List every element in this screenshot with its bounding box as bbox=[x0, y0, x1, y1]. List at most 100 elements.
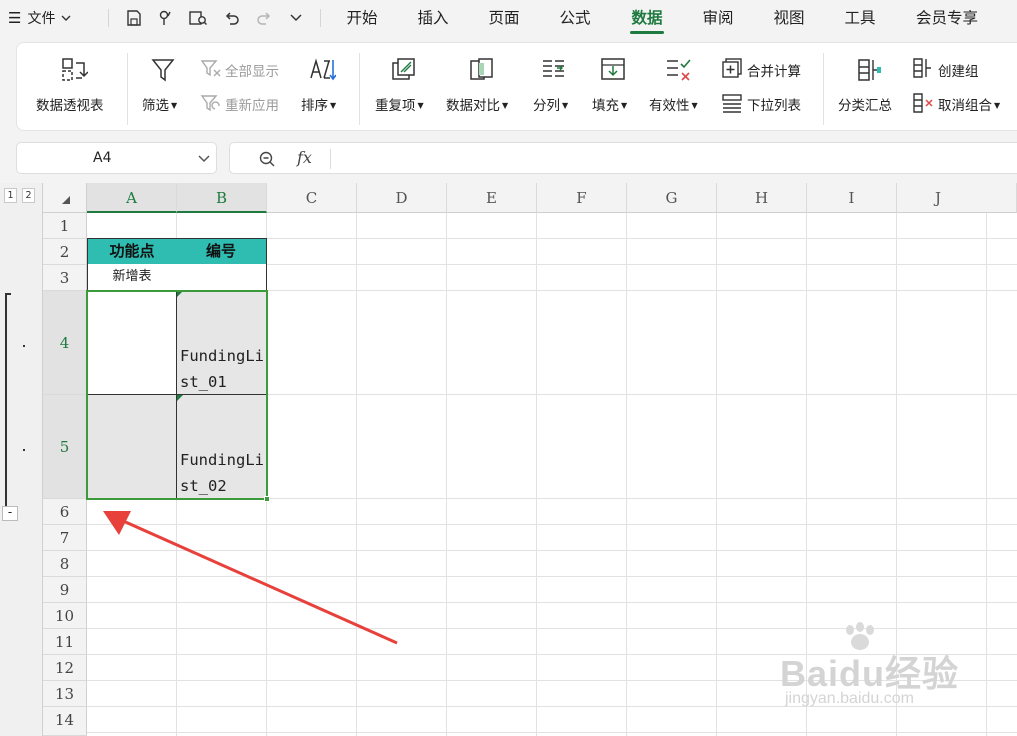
tab-tools[interactable]: 工具 bbox=[838, 0, 882, 36]
menu-bar: ☰ 文件 开始 插入 页面 公式 数据 审阅 视图 工具 会员专享 bbox=[0, 0, 1017, 36]
column-header-F[interactable]: F bbox=[537, 183, 627, 213]
row-header-14[interactable]: 14 bbox=[43, 707, 87, 736]
row-header-3[interactable]: 3 bbox=[43, 265, 87, 291]
print-preview-icon[interactable] bbox=[186, 0, 210, 36]
split-label: 分列 bbox=[533, 98, 560, 114]
tab-member[interactable]: 会员专享 bbox=[909, 0, 985, 36]
row-header-8[interactable]: 8 bbox=[43, 551, 87, 577]
fill-button[interactable]: 填充 ▼ bbox=[592, 94, 627, 114]
split-column-button[interactable]: 分列 ▼ bbox=[533, 94, 568, 114]
sort-label: 排序 bbox=[301, 98, 328, 114]
row-header-2[interactable]: 2 bbox=[43, 239, 87, 265]
column-header-H[interactable]: H bbox=[717, 183, 807, 213]
validity-icon bbox=[667, 59, 691, 81]
outline-dot bbox=[23, 449, 25, 451]
duplicates-button[interactable]: 重复项 ▼ bbox=[375, 94, 424, 114]
row-header-5[interactable]: 5 bbox=[43, 395, 87, 499]
formula-input[interactable] bbox=[338, 149, 1017, 169]
outline-bracket-top bbox=[5, 293, 11, 295]
dropdown-list-icon bbox=[722, 94, 742, 113]
formula-bar: fx bbox=[229, 142, 1017, 174]
row-header-11[interactable]: 11 bbox=[43, 629, 87, 655]
row-header-7[interactable]: 7 bbox=[43, 525, 87, 551]
column-header-E[interactable]: E bbox=[447, 183, 537, 213]
outline-level-2-button[interactable]: 2 bbox=[22, 188, 35, 203]
watermark-url: jingyan.baidu.com bbox=[785, 690, 914, 707]
tab-review[interactable]: 审阅 bbox=[696, 0, 740, 36]
outline-dot bbox=[23, 345, 25, 347]
undo-icon[interactable] bbox=[220, 0, 244, 36]
reapply-icon bbox=[200, 95, 220, 112]
zoom-icon[interactable] bbox=[258, 150, 276, 168]
row-header-6[interactable]: 6 bbox=[43, 499, 87, 525]
file-menu[interactable]: ☰ 文件 bbox=[8, 0, 71, 36]
split-column-icon bbox=[543, 60, 564, 77]
active-tab-indicator bbox=[630, 31, 664, 34]
ungroup-label: 取消组合 bbox=[938, 98, 992, 114]
tab-view[interactable]: 视图 bbox=[767, 0, 811, 36]
column-header-D[interactable]: D bbox=[357, 183, 447, 213]
data-compare-icon bbox=[470, 58, 493, 80]
reapply-button[interactable]: 重新应用 bbox=[225, 94, 279, 114]
row-header-13[interactable]: 13 bbox=[43, 681, 87, 707]
fill-icon bbox=[601, 58, 625, 80]
dropdown-list-button[interactable]: 下拉列表 bbox=[747, 94, 801, 114]
outline-group-bracket bbox=[5, 293, 7, 506]
row-header-12[interactable]: 12 bbox=[43, 655, 87, 681]
show-all-button[interactable]: 全部显示 bbox=[225, 60, 279, 80]
duplicates-icon bbox=[392, 58, 415, 80]
chevron-down-icon[interactable] bbox=[198, 152, 210, 166]
insert-function-button[interactable]: fx bbox=[297, 148, 312, 167]
cell-B3[interactable] bbox=[176, 264, 267, 291]
column-header-J[interactable]: J bbox=[897, 183, 1017, 213]
tab-page[interactable]: 页面 bbox=[482, 0, 526, 36]
validity-button[interactable]: 有效性 ▼ bbox=[649, 94, 698, 114]
fill-label: 填充 bbox=[592, 98, 619, 114]
selection-range bbox=[86, 290, 268, 500]
tab-insert[interactable]: 插入 bbox=[411, 0, 455, 36]
data-compare-button[interactable]: 数据对比 ▼ bbox=[446, 94, 508, 114]
row-header-10[interactable]: 10 bbox=[43, 603, 87, 629]
select-all-corner[interactable] bbox=[43, 183, 87, 213]
create-group-icon bbox=[913, 58, 931, 78]
data-compare-label: 数据对比 bbox=[446, 98, 500, 114]
column-header-A[interactable]: A bbox=[87, 183, 177, 213]
outline-level-1-button[interactable]: 1 bbox=[4, 188, 17, 203]
sort-button[interactable]: 排序 ▼ bbox=[301, 94, 336, 114]
column-header-I[interactable]: I bbox=[807, 183, 897, 213]
filter-button[interactable]: 筛选 ▼ bbox=[142, 94, 177, 114]
redo-icon[interactable] bbox=[252, 0, 276, 36]
create-group-button[interactable]: 创建组 bbox=[938, 60, 979, 80]
cell-A2[interactable]: 功能点 bbox=[87, 238, 177, 265]
cell-B2[interactable]: 编号 bbox=[176, 238, 267, 265]
consolidate-button[interactable]: 合并计算 bbox=[747, 60, 801, 80]
share-icon[interactable] bbox=[154, 0, 178, 36]
column-header-G[interactable]: G bbox=[627, 183, 717, 213]
show-all-icon bbox=[200, 60, 221, 77]
pivot-table-button[interactable]: 数据透视表 bbox=[36, 94, 104, 114]
outline-gutter: 1 2 - bbox=[0, 183, 43, 736]
row-header-9[interactable]: 9 bbox=[43, 577, 87, 603]
ungroup-button[interactable]: 取消组合 ▼ bbox=[938, 94, 1000, 114]
column-header-C[interactable]: C bbox=[267, 183, 357, 213]
tab-formula[interactable]: 公式 bbox=[553, 0, 597, 36]
paw-logo-icon bbox=[846, 622, 874, 650]
hamburger-icon: ☰ bbox=[8, 9, 22, 27]
chevron-down-icon bbox=[61, 15, 71, 21]
tab-start[interactable]: 开始 bbox=[340, 0, 384, 36]
name-box[interactable]: A4 bbox=[16, 142, 217, 174]
row-header-4[interactable]: 4 bbox=[43, 291, 87, 395]
filter-icon bbox=[151, 59, 175, 82]
row-header-1[interactable]: 1 bbox=[43, 213, 87, 239]
subtotal-button[interactable]: 分类汇总 bbox=[838, 94, 892, 114]
more-chevron-icon[interactable] bbox=[284, 0, 308, 36]
fill-handle[interactable] bbox=[264, 496, 270, 502]
pivot-table-icon bbox=[62, 58, 88, 81]
subtotal-icon bbox=[858, 59, 881, 81]
annotation-arrow-icon bbox=[103, 511, 398, 645]
name-box-value: A4 bbox=[93, 150, 112, 166]
save-icon[interactable] bbox=[122, 0, 146, 36]
outline-collapse-button[interactable]: - bbox=[2, 506, 18, 521]
cell-A3[interactable]: 新增表 bbox=[87, 264, 177, 291]
column-header-B[interactable]: B bbox=[177, 183, 267, 213]
